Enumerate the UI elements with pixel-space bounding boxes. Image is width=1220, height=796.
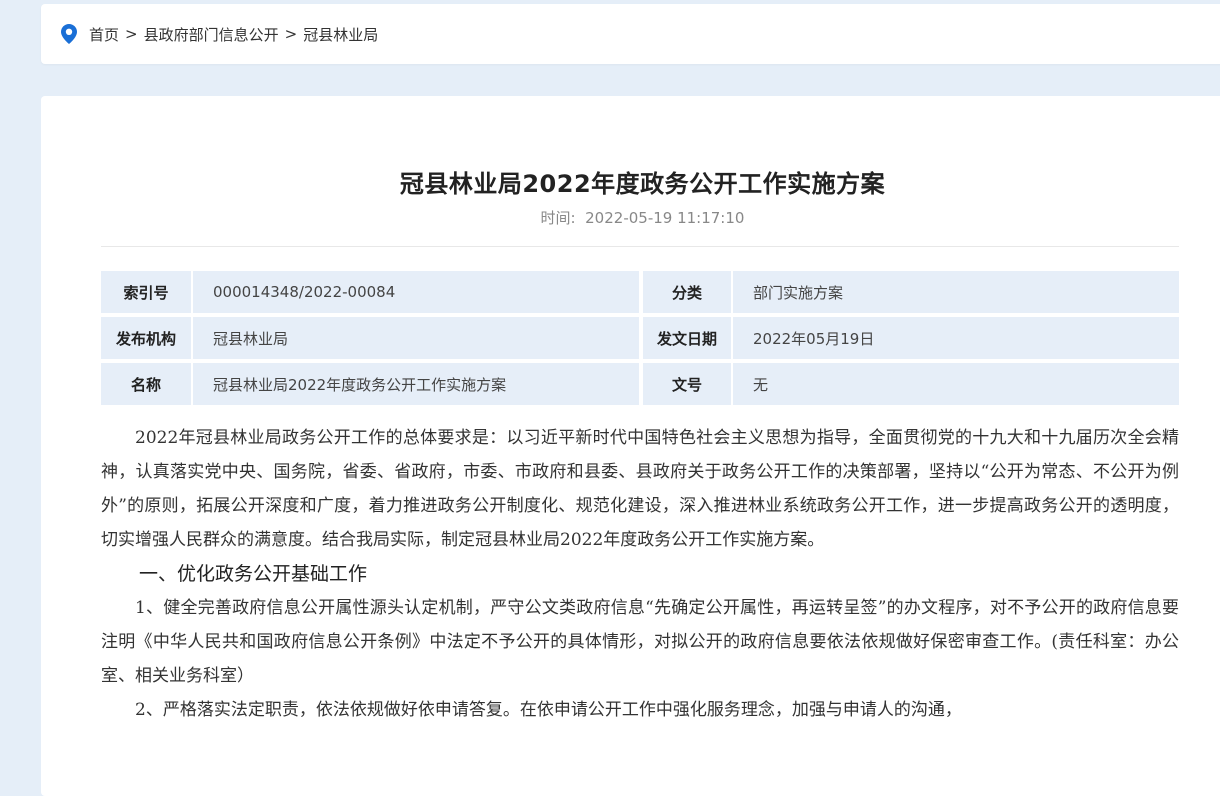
meta-key: 名称 xyxy=(101,363,191,405)
section-heading: 一、优化政务公开基础工作 xyxy=(139,563,368,585)
table-row: 名称 冠县林业局2022年度政务公开工作实施方案 文号 无 xyxy=(101,363,1179,405)
breadcrumb-home[interactable]: 首页 xyxy=(89,24,119,45)
meta-value: 2022年05月19日 xyxy=(731,317,1179,359)
breadcrumb: 首页 > 县政府部门信息公开 > 冠县林业局 xyxy=(41,4,1220,64)
time-label: 时间: xyxy=(540,209,576,227)
meta-value: 部门实施方案 xyxy=(731,271,1179,313)
paragraph: 2022年冠县林业局政务公开工作的总体要求是：以习近平新时代中国特色社会主义思想… xyxy=(101,428,1179,550)
meta-key: 发文日期 xyxy=(639,317,731,359)
paragraph: 2、严格落实法定职责，依法依规做好依申请答复。在依申请公开工作中强化服务理念，加… xyxy=(135,700,962,720)
divider xyxy=(101,246,1179,247)
table-row: 发布机构 冠县林业局 发文日期 2022年05月19日 xyxy=(101,317,1179,359)
breadcrumb-separator: > xyxy=(125,25,138,43)
article-body: 2022年冠县林业局政务公开工作的总体要求是：以习近平新时代中国特色社会主义思想… xyxy=(101,421,1179,727)
meta-value: 000014348/2022-00084 xyxy=(191,271,639,313)
breadcrumb-forestry[interactable]: 冠县林业局 xyxy=(303,24,378,45)
meta-key: 发布机构 xyxy=(101,317,191,359)
meta-key: 文号 xyxy=(639,363,731,405)
time-value: 2022-05-19 11:17:10 xyxy=(585,209,745,227)
article-card: 冠县林业局2022年度政务公开工作实施方案 时间: 2022-05-19 11:… xyxy=(41,96,1220,796)
publish-time: 时间: 2022-05-19 11:17:10 xyxy=(101,208,1184,228)
page-title: 冠县林业局2022年度政务公开工作实施方案 xyxy=(399,170,886,198)
meta-value: 冠县林业局 xyxy=(191,317,639,359)
meta-key: 分类 xyxy=(639,271,731,313)
paragraph: 1、健全完善政府信息公开属性源头认定机制，严守公文类政府信息“先确定公开属性，再… xyxy=(101,598,1179,686)
meta-key: 索引号 xyxy=(101,271,191,313)
metadata-table: 索引号 000014348/2022-00084 分类 部门实施方案 发布机构 … xyxy=(101,267,1179,409)
location-pin-icon xyxy=(61,24,77,44)
breadcrumb-separator: > xyxy=(284,25,298,43)
meta-value: 无 xyxy=(731,363,1179,405)
breadcrumb-dept-info[interactable]: 县政府部门信息公开 xyxy=(144,24,279,45)
table-row: 索引号 000014348/2022-00084 分类 部门实施方案 xyxy=(101,271,1179,313)
meta-value: 冠县林业局2022年度政务公开工作实施方案 xyxy=(191,363,639,405)
